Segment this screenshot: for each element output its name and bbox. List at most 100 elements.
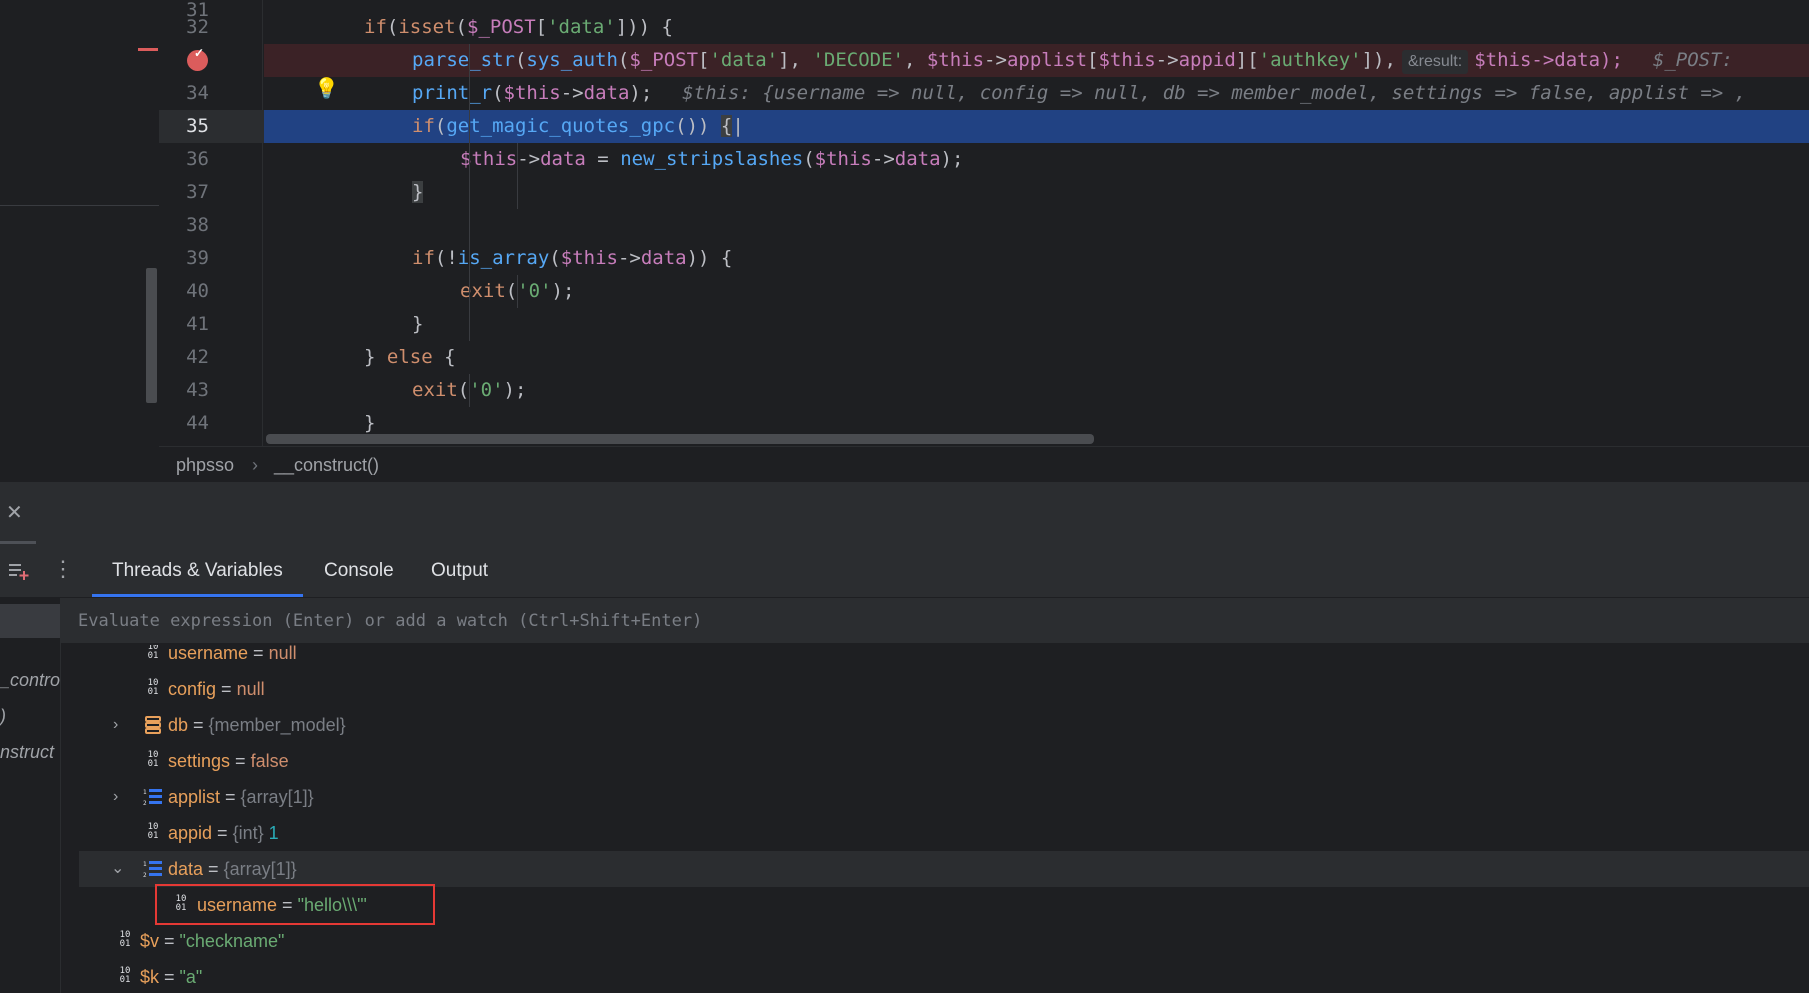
equals-sign: = bbox=[248, 645, 269, 663]
array-icon: 1 2 bbox=[143, 789, 162, 807]
variable-type: {int} bbox=[232, 823, 264, 843]
field-icon: 10 01 bbox=[147, 822, 159, 841]
variable-value: "checkname" bbox=[179, 931, 285, 951]
chevron-right-icon[interactable]: › bbox=[113, 707, 118, 743]
breadcrumb-item-construct[interactable]: __construct() bbox=[274, 447, 379, 483]
line-number: 39 bbox=[186, 247, 209, 269]
line-number: 36 bbox=[186, 148, 209, 170]
variable-row[interactable]: › 1 2 applist = {array[1]} bbox=[61, 779, 1809, 815]
field-icon: 10 01 bbox=[119, 930, 131, 949]
variable-value: 1 bbox=[268, 823, 279, 843]
session-tab-indicator bbox=[0, 541, 36, 544]
code-line: 38 bbox=[159, 209, 1809, 242]
breadcrumb-item-phpsso[interactable]: phpsso bbox=[176, 447, 234, 483]
variable-value: "a" bbox=[179, 967, 203, 987]
equals-sign: = bbox=[203, 859, 224, 879]
object-icon bbox=[145, 716, 161, 734]
more-options-icon[interactable]: ⋮ bbox=[52, 556, 74, 582]
editor-horizontal-scrollbar[interactable] bbox=[266, 434, 1094, 444]
variable-name: applist bbox=[168, 787, 221, 807]
add-watch-icon[interactable] bbox=[8, 560, 30, 582]
code-text: parse_str(sys_auth($_POST['data'], 'DECO… bbox=[265, 44, 1809, 77]
line-number: 43 bbox=[186, 379, 209, 401]
chevron-down-icon[interactable]: ⌄ bbox=[111, 851, 124, 887]
breadcrumb: phpsso › __construct() bbox=[159, 446, 1809, 483]
indent-guide bbox=[469, 374, 470, 407]
variable-name: $k bbox=[140, 967, 160, 987]
line-number: 37 bbox=[186, 181, 209, 203]
code-text: if(!is_array($this->data)) { bbox=[412, 247, 733, 269]
frame-item[interactable]: nstruct bbox=[0, 742, 60, 763]
code-text: exit('0'); bbox=[460, 280, 575, 302]
variable-row[interactable]: › db = {member_model} bbox=[61, 707, 1809, 743]
variables-tree: 10 01 username = null 10 01 config = null … bbox=[61, 645, 1809, 993]
line-number: 40 bbox=[186, 280, 209, 302]
lightbulb-icon[interactable]: 💡 bbox=[314, 76, 339, 101]
variable-value: {member_model} bbox=[208, 715, 346, 735]
code-text: if(isset($_POST['data'])) { bbox=[364, 16, 673, 38]
field-icon: 10 01 bbox=[119, 966, 131, 985]
code-text: } bbox=[412, 181, 424, 203]
line-number: 44 bbox=[186, 412, 209, 434]
equals-sign: = bbox=[159, 931, 180, 951]
breakpoint-icon[interactable] bbox=[187, 46, 208, 71]
inline-debug-value: $_POST: bbox=[1652, 49, 1733, 71]
evaluate-expression-input[interactable]: Evaluate expression (Enter) or add a wat… bbox=[61, 598, 1809, 644]
variable-value: {array[1]} bbox=[240, 787, 314, 807]
tab-console[interactable]: Console bbox=[324, 545, 394, 597]
field-icon: 10 01 bbox=[147, 645, 159, 661]
code-line: 36 $this->data = new_stripslashes($this-… bbox=[159, 143, 1809, 176]
panel-scrollbar[interactable] bbox=[146, 268, 157, 403]
code-line-breakpoint: 33 parse_str(sys_auth($_POST['data'], 'D… bbox=[159, 44, 1809, 77]
line-number: 34 bbox=[186, 82, 209, 104]
equals-sign: = bbox=[220, 787, 241, 807]
variable-value: null bbox=[236, 679, 265, 699]
panel-divider bbox=[0, 205, 159, 206]
line-number: 32 bbox=[186, 16, 209, 38]
code-text: } else { bbox=[364, 346, 456, 368]
variable-row[interactable]: 10 01 $v = "checkname" bbox=[61, 923, 1809, 959]
line-number: 42 bbox=[186, 346, 209, 368]
code-text: if(get_magic_quotes_gpc()) {| bbox=[412, 115, 744, 137]
close-icon[interactable]: ✕ bbox=[6, 500, 23, 525]
frame-item[interactable]: ) bbox=[0, 706, 60, 727]
variable-row[interactable]: 10 01 appid = {int} 1 bbox=[61, 815, 1809, 851]
code-line-current: 35 if(get_magic_quotes_gpc()) {| bbox=[159, 110, 1809, 143]
debug-tabs: Threads & Variables Console Output bbox=[0, 545, 1809, 598]
variable-name: db bbox=[168, 715, 189, 735]
annotation-highlight-box bbox=[155, 884, 435, 925]
line-number: 38 bbox=[186, 214, 209, 236]
frame-item[interactable]: _contro bbox=[0, 670, 60, 691]
variable-row-selected[interactable]: ⌄ 1 2 data = {array[1]} bbox=[79, 851, 1809, 887]
variable-row[interactable]: 10 01 $k = "a" bbox=[61, 959, 1809, 993]
tab-threads-variables[interactable]: Threads & Variables bbox=[92, 545, 303, 597]
variable-row[interactable]: 10 01 settings = false bbox=[61, 743, 1809, 779]
frames-panel: _contro ) nstruct bbox=[0, 598, 61, 993]
equals-sign: = bbox=[216, 679, 237, 699]
line-number: 35 bbox=[186, 115, 209, 137]
equals-sign: = bbox=[159, 967, 180, 987]
variable-row[interactable]: 10 01 username = null bbox=[61, 645, 1809, 671]
change-marker bbox=[138, 48, 158, 51]
selected-frame[interactable] bbox=[0, 604, 60, 638]
chevron-right-icon[interactable]: › bbox=[113, 779, 118, 815]
code-text: exit('0'); bbox=[412, 379, 527, 401]
variable-value: false bbox=[250, 751, 289, 771]
variable-name: appid bbox=[168, 823, 213, 843]
gutter-separator bbox=[262, 0, 263, 446]
indent-guide bbox=[517, 275, 518, 308]
code-text: } bbox=[412, 313, 424, 335]
code-line: 40 exit('0'); bbox=[159, 275, 1809, 308]
indent-guide bbox=[469, 44, 470, 341]
tab-output[interactable]: Output bbox=[431, 545, 488, 597]
inline-debug-value: $this: {username => null, config => null… bbox=[682, 82, 1747, 104]
svg-text:1: 1 bbox=[143, 861, 147, 868]
field-icon: 10 01 bbox=[147, 678, 159, 697]
variable-name: data bbox=[168, 859, 204, 879]
svg-text:2: 2 bbox=[143, 800, 147, 807]
code-editor[interactable]: 31 32 if(isset($_POST['data'])) { 33 par… bbox=[159, 0, 1809, 446]
variable-name: $v bbox=[140, 931, 160, 951]
breadcrumb-separator: › bbox=[252, 455, 258, 475]
variable-value: null bbox=[268, 645, 297, 663]
variable-row[interactable]: 10 01 config = null bbox=[61, 671, 1809, 707]
